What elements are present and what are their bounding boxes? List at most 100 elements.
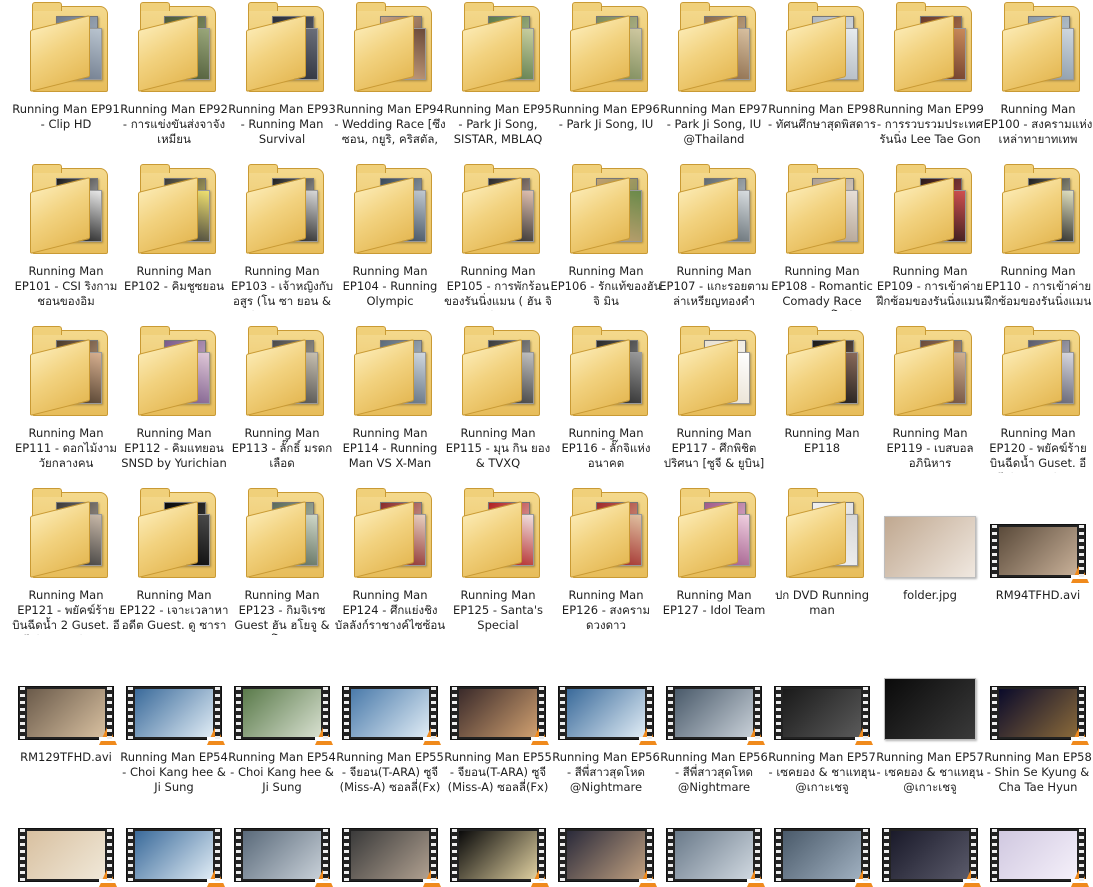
item-label: folder.jpg	[903, 588, 957, 602]
folder-icon	[768, 324, 876, 420]
item-label: Running Man EP110 - การเข้าค่ายฝึกซ้อมขอ…	[984, 264, 1092, 311]
video-file-icon	[120, 790, 228, 887]
folder-icon	[12, 0, 120, 96]
item-label: Running Man EP118	[784, 426, 860, 455]
video-file-icon	[660, 790, 768, 887]
vlc-cone-icon	[99, 867, 117, 887]
video-file-icon	[984, 486, 1092, 583]
item-label: Running Man EP92 - การแข่งขันส่งจาจังเหม…	[120, 102, 228, 146]
folder-icon	[984, 162, 1092, 258]
vlc-cone-icon	[747, 725, 765, 745]
video-file-icon	[444, 648, 552, 745]
folder-icon	[120, 324, 228, 420]
folder-icon	[552, 324, 660, 420]
folder-icon	[120, 0, 228, 96]
item-label: Running Man EP99 - การรวบรวมประเทศรันนิ่…	[876, 102, 984, 149]
folder-icon	[660, 0, 768, 96]
item-label: Running Man EP98 - ทัศนศึกษาสุดพิสดาร	[767, 102, 877, 131]
video-file-icon	[12, 648, 120, 745]
vlc-cone-icon	[423, 867, 441, 887]
folder-icon	[228, 0, 336, 96]
folder-icon	[12, 324, 120, 420]
vlc-cone-icon	[1071, 563, 1089, 583]
folder-icon	[444, 0, 552, 96]
video-file-icon	[984, 648, 1092, 745]
folder-icon	[876, 324, 984, 420]
video-file-icon	[552, 648, 660, 745]
video-file-icon	[768, 790, 876, 887]
item-label: Running Man EP101 - CSI ริงกามชอนของอิม	[14, 264, 118, 308]
folder-icon	[228, 324, 336, 420]
vlc-cone-icon	[855, 867, 873, 887]
item-label: Running Man EP111 - ดอกไม้งามวัยกลางคน	[15, 426, 117, 470]
vlc-cone-icon	[423, 725, 441, 745]
item-label: Running Man EP100 - สงครามแห่งเหล่าทายาท…	[983, 102, 1093, 146]
vlc-cone-icon	[1071, 867, 1089, 887]
item-label: Running Man EP124 - ศึกแย่งชิงบัลลังก์รา…	[334, 588, 446, 635]
video-file-icon	[552, 790, 660, 887]
item-label: ปก DVD Running man	[774, 588, 870, 617]
folder-icon	[660, 486, 768, 582]
item-label: Running Man EP102 - คิมชูซยอน	[123, 264, 224, 293]
item-label: Running Man EP103 - เจ้าหญิงกับอสูร (โน …	[231, 264, 333, 311]
folder-icon	[444, 324, 552, 420]
item-label: Running Man EP119 - เบสบอลอภินิหาร	[886, 426, 974, 470]
folder-icon	[12, 162, 120, 258]
item-label: Running Man EP122 - เจาะเวลาหาอดีต Guest…	[119, 588, 229, 632]
vlc-cone-icon	[207, 867, 225, 887]
video-file-icon	[336, 648, 444, 745]
item-label: Running Man EP93 - Running Man Survival	[228, 102, 336, 146]
folder-icon	[336, 324, 444, 420]
vlc-cone-icon	[963, 867, 981, 887]
folder-icon	[552, 486, 660, 582]
vlc-cone-icon	[207, 725, 225, 745]
item-label: Running Man EP104 - Running Olympic	[342, 264, 438, 308]
item-label: Running Man EP105 - การพักร้อนของรันนิ่ง…	[444, 264, 552, 311]
vlc-cone-icon	[1071, 725, 1089, 745]
item-label: Running Man EP121 - พยัคฆ์ร้ายบินฉีดน้ำ …	[12, 588, 120, 635]
folder-icon	[120, 486, 228, 582]
vlc-cone-icon	[531, 725, 549, 745]
item-label: Running Man EP109 - การเข้าค่ายฝึกซ้อมขอ…	[876, 264, 984, 311]
item-label: Running Man EP95 - Park Ji Song, SISTAR,…	[444, 102, 552, 146]
folder-icon	[876, 162, 984, 258]
video-file-icon	[336, 790, 444, 887]
item-label: Running Man EP107 - แกะรอยตามล่าเหรียญทอ…	[659, 264, 769, 308]
item-label: Running Man EP106 - รักแท้ของฮัน จิ มิน	[550, 264, 662, 308]
folder-icon	[552, 0, 660, 96]
folder-icon	[984, 324, 1092, 420]
file-icon-grid: Running Man EP91 - Clip HD Running Man EP…	[0, 0, 1093, 887]
vlc-cone-icon	[531, 867, 549, 887]
folder-icon	[336, 486, 444, 582]
folder-icon	[228, 162, 336, 258]
folder-icon	[444, 486, 552, 582]
item-label: Running Man EP112 - คิมแทยอน SNSD by Yur…	[121, 426, 227, 470]
video-file-icon	[228, 648, 336, 745]
vlc-cone-icon	[639, 867, 657, 887]
item-label: Running Man EP126 - สงครามดวงดาว	[561, 588, 651, 632]
item-label: Running Man EP108 - Romantic Comady Race…	[771, 264, 874, 311]
video-file-icon	[120, 648, 228, 745]
folder-icon	[984, 0, 1092, 96]
folder-icon	[768, 162, 876, 258]
vlc-cone-icon	[315, 867, 333, 887]
folder-icon	[768, 486, 876, 582]
item-label: Running Man EP125 - Santa's Special	[453, 588, 543, 632]
folder-icon	[228, 486, 336, 582]
folder-icon	[660, 162, 768, 258]
vlc-cone-icon	[747, 867, 765, 887]
folder-icon	[120, 162, 228, 258]
vlc-cone-icon	[639, 725, 657, 745]
video-file-icon	[768, 648, 876, 745]
item-label: RM129TFHD.avi	[20, 750, 112, 764]
item-label: RM94TFHD.avi	[995, 588, 1081, 602]
item-label: Running Man EP97 - Park Ji Song, IU @Tha…	[660, 102, 768, 146]
video-file-icon	[444, 790, 552, 887]
image-thumbnail-icon	[876, 648, 984, 744]
vlc-cone-icon	[855, 725, 873, 745]
item-label: Running Man EP91 - Clip HD	[12, 102, 120, 131]
item-label: Running Man EP94 - Wedding Race [ซึงซอน,…	[334, 102, 446, 149]
item-label: Running Man EP113 - ลั๊กธิ์ มรดกเลือด	[231, 426, 333, 470]
item-label: Running Man EP123 - กิมจิเรซ Guest ฮัน ฮ…	[234, 588, 330, 635]
video-file-icon	[12, 790, 120, 887]
